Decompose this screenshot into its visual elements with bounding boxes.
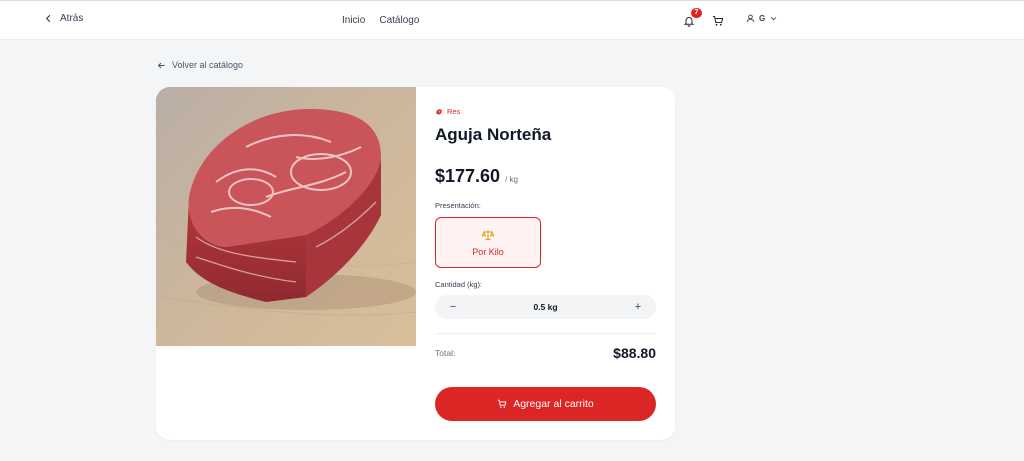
product-card: Res Aguja Norteña $177.60 / kg Presentac… bbox=[156, 87, 675, 440]
back-to-catalog-label: Volver al catálogo bbox=[172, 60, 244, 70]
decrement-button[interactable]: − bbox=[447, 301, 459, 313]
scale-icon bbox=[481, 229, 495, 240]
quantity-stepper: − 0.5 kg + bbox=[435, 295, 656, 319]
divider bbox=[435, 333, 656, 334]
back-label: Atrás bbox=[60, 13, 84, 24]
nav-item-inicio[interactable]: Inicio bbox=[342, 15, 365, 26]
notifications-badge: 7 bbox=[691, 8, 702, 18]
add-to-cart-button[interactable]: Agregar al carrito bbox=[435, 387, 656, 421]
quantity-label: Cantidad (kg): bbox=[435, 280, 483, 289]
presentation-option-label: Por Kilo bbox=[472, 246, 504, 257]
cart-icon bbox=[713, 16, 724, 26]
arrow-left-icon bbox=[157, 62, 165, 68]
chevron-left-icon bbox=[45, 14, 51, 23]
main-nav: Inicio Catálogo bbox=[342, 15, 419, 26]
cart-icon bbox=[498, 399, 507, 408]
category-badge: Res bbox=[435, 107, 460, 116]
user-menu[interactable]: G bbox=[746, 14, 778, 23]
total-value: $88.80 bbox=[613, 345, 656, 361]
total-label: Total: bbox=[435, 348, 456, 358]
product-title: Aguja Norteña bbox=[435, 125, 552, 144]
user-initial: G bbox=[759, 14, 766, 23]
presentation-option-por-kilo[interactable]: Por Kilo bbox=[435, 217, 541, 268]
cart-button[interactable] bbox=[712, 15, 724, 27]
chevron-down-icon bbox=[771, 17, 777, 21]
back-to-catalog-link[interactable]: Volver al catálogo bbox=[157, 60, 243, 70]
increment-button[interactable]: + bbox=[632, 301, 644, 313]
category-label: Res bbox=[447, 107, 461, 116]
user-icon bbox=[746, 14, 755, 23]
price-amount: $177.60 bbox=[435, 166, 501, 186]
presentation-label: Presentación: bbox=[435, 201, 481, 210]
back-button[interactable]: Atrás bbox=[44, 13, 83, 24]
product-price: $177.60 / kg bbox=[435, 166, 518, 187]
product-image bbox=[156, 87, 416, 346]
price-unit: / kg bbox=[505, 175, 518, 184]
top-navbar: Atrás Inicio Catálogo 7 G bbox=[0, 0, 1024, 40]
add-to-cart-label: Agregar al carrito bbox=[513, 398, 594, 410]
quantity-value: 0.5 kg bbox=[533, 302, 558, 312]
nav-item-catalogo[interactable]: Catálogo bbox=[379, 15, 419, 26]
meat-icon bbox=[436, 108, 442, 114]
